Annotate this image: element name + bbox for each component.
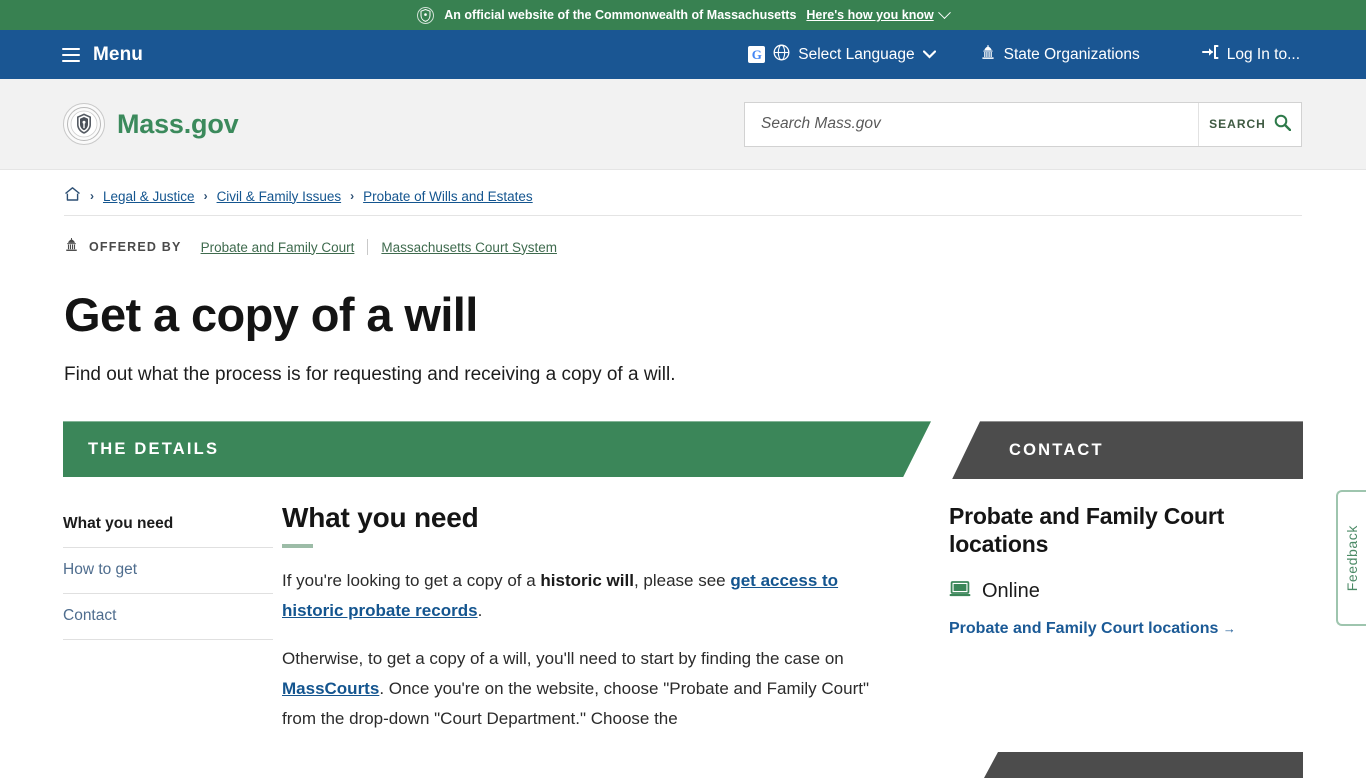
offered-by-links: Probate and Family Court Massachusetts C… [201, 239, 557, 255]
section-banner-row: THE DETAILS CONTACT [0, 421, 1366, 483]
capitol-building-icon [64, 237, 79, 257]
log-in-link[interactable]: Log In to... [1201, 44, 1300, 65]
heading-accent-rule [282, 544, 313, 549]
paragraph-masscourts: Otherwise, to get a copy of a will, you'… [282, 644, 896, 734]
body-row: What you need How to get Contact What yo… [0, 502, 1366, 734]
magnifier-icon [1274, 114, 1292, 134]
search-button-label: SEARCH [1209, 117, 1266, 131]
section-side-nav: What you need How to get Contact [63, 502, 273, 734]
how-you-know-label: Here's how you know [806, 8, 934, 22]
para1-text-2: , please see [633, 571, 731, 591]
login-arrow-icon [1201, 44, 1219, 65]
globe-icon [773, 44, 790, 66]
home-icon[interactable] [64, 186, 81, 207]
para2-text-1: Otherwise, to get a copy of a will, you'… [282, 649, 844, 669]
utility-nav-right: G Select Language State Organizations Lo… [748, 44, 1300, 66]
section-heading-what-you-need: What you need [282, 502, 479, 534]
offered-by-link-mass-court-system[interactable]: Massachusetts Court System [381, 240, 557, 255]
breadcrumb-item-probate-of-wills-and-estates[interactable]: Probate of Wills and Estates [363, 189, 533, 204]
contact-link-label: Probate and Family Court locations [949, 620, 1219, 638]
mass-state-seal-icon [63, 103, 105, 145]
paragraph-historic-will: If you're looking to get a copy of a his… [282, 566, 896, 626]
link-masscourts[interactable]: MassCourts [282, 679, 379, 698]
hamburger-icon [62, 47, 80, 62]
feedback-tab[interactable]: Feedback [1336, 490, 1366, 626]
official-gov-banner: An official website of the Commonwealth … [0, 0, 1366, 30]
how-you-know-toggle[interactable]: Here's how you know [806, 5, 951, 22]
breadcrumb-separator: › [203, 189, 208, 203]
para1-bold-historic-will: historic will [540, 571, 634, 591]
contact-method-label: Online [982, 580, 1040, 603]
contact-method-online: Online [949, 580, 1249, 603]
the-details-label: THE DETAILS [88, 439, 220, 458]
sidebar-item-label: How to get [63, 561, 138, 579]
contact-panel-title: Probate and Family Court locations [949, 503, 1225, 558]
breadcrumb-item-legal-justice[interactable]: Legal & Justice [103, 189, 195, 204]
chevron-down-icon [937, 5, 951, 19]
main-content: What you need If you're looking to get a… [282, 502, 896, 734]
search-button[interactable]: SEARCH [1198, 102, 1301, 146]
offered-by: OFFERED BY Probate and Family Court Mass… [64, 216, 1302, 257]
contact-panel-link-locations[interactable]: Probate and Family Court locations → [949, 615, 1249, 642]
state-organizations-label: State Organizations [1003, 45, 1140, 63]
offered-by-label: OFFERED BY [89, 240, 182, 254]
laptop-icon [949, 580, 971, 603]
page-title: Get a copy of a will [64, 288, 478, 341]
select-language-label: Select Language [798, 45, 915, 63]
contact-panel: Probate and Family Court locations Onlin… [949, 502, 1249, 734]
utility-nav: Menu G Select Language State Organizatio… [0, 30, 1366, 79]
para1-text-1: If you're looking to get a copy of a [282, 571, 541, 591]
menu-label: Menu [93, 43, 144, 65]
capitol-building-icon [980, 44, 996, 65]
google-translate-icon: G [748, 46, 766, 63]
log-in-label: Log In to... [1226, 45, 1300, 63]
chevron-down-icon [922, 46, 936, 64]
search-input[interactable] [745, 102, 1198, 146]
contact-bottom-banner [984, 752, 1303, 778]
gov-banner-text: An official website of the Commonwealth … [444, 8, 797, 22]
feedback-label: Feedback [1344, 524, 1360, 592]
para1-text-3: . [477, 601, 483, 621]
sidebar-item-label: What you need [63, 515, 174, 533]
brand-name: Mass.gov [117, 108, 239, 139]
offered-by-divider [367, 239, 369, 255]
offered-by-link-probate-family-court[interactable]: Probate and Family Court [201, 240, 355, 255]
sidebar-item-what-you-need[interactable]: What you need [63, 502, 273, 549]
sidebar-item-contact[interactable]: Contact [63, 594, 273, 641]
breadcrumb: › Legal & Justice › Civil & Family Issue… [64, 170, 1302, 216]
breadcrumb-item-civil-family-issues[interactable]: Civil & Family Issues [217, 189, 342, 204]
state-organizations-link[interactable]: State Organizations [980, 44, 1140, 65]
select-language-button[interactable]: G Select Language [748, 44, 936, 66]
state-seal-icon [417, 6, 435, 24]
menu-button[interactable]: Menu [62, 44, 143, 66]
breadcrumb-separator: › [90, 189, 94, 203]
site-header: Mass.gov SEARCH [0, 79, 1366, 170]
contact-banner: CONTACT [952, 421, 1303, 480]
contact-banner-label: CONTACT [1009, 440, 1104, 459]
breadcrumb-separator: › [350, 189, 355, 203]
sidebar-item-how-to-get[interactable]: How to get [63, 548, 273, 595]
site-search: SEARCH [744, 101, 1302, 147]
sidebar-item-label: Contact [63, 607, 117, 625]
site-logo-link[interactable]: Mass.gov [63, 103, 239, 145]
external-link-arrow-icon: → [1222, 621, 1236, 637]
page-subtitle: Find out what the process is for request… [64, 364, 676, 386]
the-details-banner: THE DETAILS [63, 421, 931, 477]
